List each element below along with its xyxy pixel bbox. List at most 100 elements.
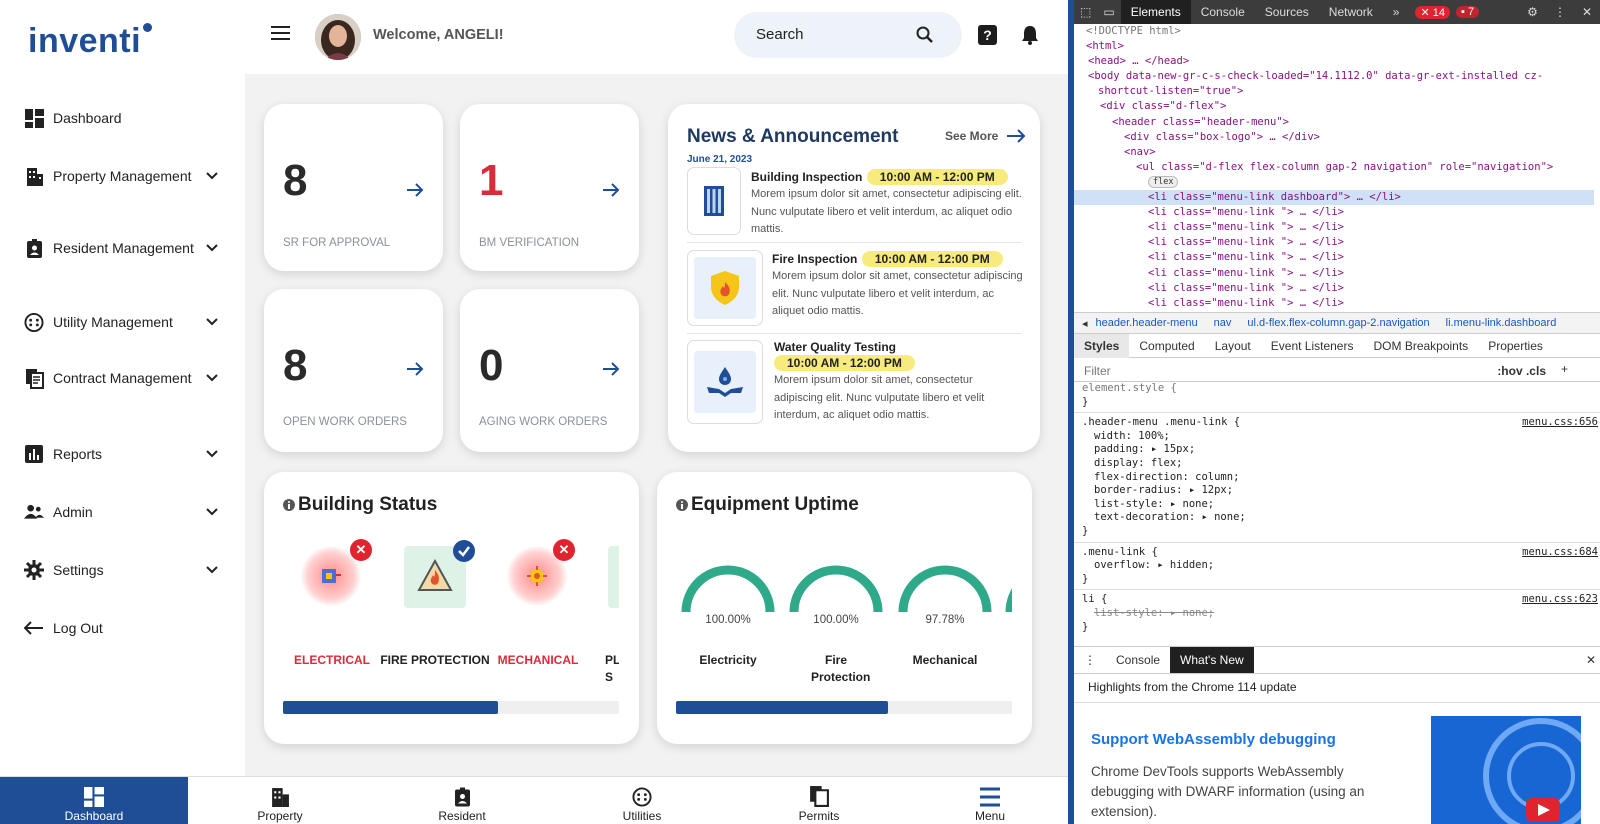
- tab-event-listeners[interactable]: Event Listeners: [1261, 334, 1364, 358]
- info-icon[interactable]: [676, 499, 688, 511]
- rule-prop-overridden[interactable]: list-style: ▸ none;: [1074, 607, 1600, 621]
- stat-card-aging-work-orders[interactable]: 0 AGING WORK ORDERS: [460, 289, 639, 452]
- tab-network[interactable]: Network: [1319, 0, 1383, 24]
- chevron-down-icon[interactable]: [205, 371, 219, 385]
- sidebar-item-reports[interactable]: Reports: [24, 444, 219, 464]
- crumb-item[interactable]: nav: [1214, 317, 1232, 329]
- see-more-link[interactable]: See More: [945, 129, 1026, 143]
- scrollbar-thumb[interactable]: [676, 701, 888, 714]
- rule-prop[interactable]: display: flex;: [1074, 457, 1600, 471]
- code-line[interactable]: <div class="d-flex">: [1074, 99, 1594, 114]
- sidebar-item-logout[interactable]: Log Out: [24, 618, 219, 638]
- inventi-logo[interactable]: inventi: [28, 22, 141, 61]
- stat-card-bm-verification[interactable]: 1 BM VERIFICATION: [460, 104, 639, 271]
- chevron-down-icon[interactable]: [205, 241, 219, 255]
- error-count-badge[interactable]: ✕ 14: [1415, 5, 1451, 19]
- building-status-scrollbar[interactable]: [283, 701, 619, 714]
- bottom-nav-property[interactable]: Property: [230, 777, 330, 824]
- sidebar-item-resident-management[interactable]: Resident Management: [24, 238, 219, 258]
- flex-badge[interactable]: flex: [1148, 175, 1179, 188]
- avatar[interactable]: [315, 14, 361, 60]
- warning-count-badge[interactable]: ▪ 7: [1456, 6, 1480, 18]
- crumb-item[interactable]: li.menu-link.dashboard: [1446, 317, 1557, 329]
- rule-prop[interactable]: overflow: ▸ hidden;: [1074, 559, 1600, 573]
- rule-prop[interactable]: padding: ▸ 15px;: [1074, 443, 1600, 457]
- close-icon[interactable]: ✕: [1574, 5, 1600, 19]
- code-line[interactable]: <body data-new-gr-c-s-check-loaded="14.1…: [1074, 69, 1594, 84]
- whats-new-thumbnail[interactable]: [1431, 716, 1581, 824]
- rule-selector[interactable]: .header-menu .menu-link {: [1082, 416, 1240, 428]
- crumb-item[interactable]: header.header-menu: [1096, 317, 1198, 329]
- code-line[interactable]: <li class="menu-link "> … </li>: [1074, 205, 1594, 220]
- inspect-element-icon[interactable]: ⬚: [1074, 0, 1097, 24]
- drawer-tab-console[interactable]: Console: [1106, 647, 1170, 673]
- code-line[interactable]: <!DOCTYPE html>: [1074, 24, 1594, 39]
- chevron-down-icon[interactable]: [205, 447, 219, 461]
- kebab-menu-icon[interactable]: ⋮: [1546, 5, 1574, 19]
- code-line[interactable]: <li class="menu-link "> … </li>: [1074, 266, 1594, 281]
- rule-source-link[interactable]: menu.css:684: [1522, 546, 1598, 560]
- stat-card-open-work-orders[interactable]: 8 OPEN WORK ORDERS: [264, 289, 443, 452]
- arrow-right-icon[interactable]: [405, 180, 425, 200]
- more-tabs-icon[interactable]: »: [1383, 0, 1410, 24]
- drawer-menu-icon[interactable]: ⋮: [1074, 647, 1106, 673]
- tab-computed[interactable]: Computed: [1129, 334, 1204, 358]
- chevron-down-icon[interactable]: [205, 169, 219, 183]
- sidebar-item-property-management[interactable]: Property Management: [24, 166, 219, 186]
- rule-selector[interactable]: element.style {: [1074, 382, 1600, 396]
- close-icon[interactable]: ✕: [1576, 647, 1600, 673]
- info-icon[interactable]: [283, 499, 295, 511]
- code-line-selected[interactable]: <li class="menu-link dashboard"> … </li>: [1074, 190, 1594, 206]
- chevron-down-icon[interactable]: [205, 563, 219, 577]
- tab-console[interactable]: Console: [1191, 0, 1255, 24]
- rule-prop[interactable]: flex-direction: column;: [1074, 471, 1600, 485]
- gear-icon[interactable]: ⚙: [1519, 5, 1546, 19]
- arrow-right-icon[interactable]: [601, 180, 621, 200]
- arrow-right-icon[interactable]: [601, 359, 621, 379]
- bottom-nav-resident[interactable]: Resident: [412, 777, 512, 824]
- rule-source-link[interactable]: menu.css:623: [1522, 593, 1598, 607]
- rule-prop[interactable]: width: 100%;: [1074, 430, 1600, 444]
- sidebar-item-dashboard[interactable]: Dashboard: [24, 108, 219, 128]
- hov-cls-toggles[interactable]: :hov .cls: [1497, 364, 1546, 378]
- scrollbar-thumb[interactable]: [283, 701, 499, 714]
- crumb-left-arrow-icon[interactable]: ◂: [1082, 317, 1088, 330]
- bottom-nav-dashboard[interactable]: Dashboard: [0, 777, 188, 824]
- sidebar-item-admin[interactable]: Admin: [24, 502, 219, 522]
- tab-styles[interactable]: Styles: [1074, 333, 1130, 358]
- rule-prop[interactable]: list-style: ▸ none;: [1074, 498, 1600, 512]
- chevron-down-icon[interactable]: [205, 505, 219, 519]
- search-box[interactable]: Search: [734, 12, 962, 58]
- code-line[interactable]: <li class="menu-link "> … </li>: [1074, 220, 1594, 235]
- hamburger-menu-icon[interactable]: [271, 26, 290, 40]
- tab-dom-breakpoints[interactable]: DOM Breakpoints: [1363, 334, 1478, 358]
- code-line[interactable]: <div class="box-logo"> … </div>: [1074, 130, 1594, 145]
- code-line[interactable]: <ul class="d-flex flex-column gap-2 navi…: [1074, 160, 1594, 175]
- sidebar-item-settings[interactable]: Settings: [24, 560, 219, 580]
- sidebar-item-utility-management[interactable]: Utility Management: [24, 312, 219, 332]
- rule-prop[interactable]: border-radius: ▸ 12px;: [1074, 484, 1600, 498]
- bottom-nav-permits[interactable]: Permits: [769, 777, 869, 824]
- drawer-tab-whats-new[interactable]: What's New: [1170, 647, 1254, 673]
- arrow-right-icon[interactable]: [405, 359, 425, 379]
- tab-sources[interactable]: Sources: [1255, 0, 1319, 24]
- bottom-nav-menu[interactable]: Menu: [940, 777, 1040, 824]
- help-icon[interactable]: ?: [978, 25, 997, 45]
- search-input[interactable]: Search: [756, 26, 804, 43]
- sidebar-item-contract-management[interactable]: Contract Management: [24, 368, 219, 389]
- code-line[interactable]: <head> … </head>: [1074, 54, 1594, 69]
- tab-elements[interactable]: Elements: [1120, 0, 1191, 24]
- rule-prop[interactable]: text-decoration: ▸ none;: [1074, 511, 1600, 525]
- rule-source-link[interactable]: menu.css:656: [1522, 416, 1598, 430]
- styles-filter-input[interactable]: Filter :hov .cls +: [1074, 358, 1600, 382]
- bell-icon[interactable]: [1021, 25, 1039, 45]
- whats-new-title[interactable]: Support WebAssembly debugging: [1091, 731, 1336, 748]
- code-line[interactable]: <li class="menu-link "> … </li>: [1074, 235, 1594, 250]
- rule-selector[interactable]: li {: [1082, 593, 1107, 605]
- crumb-item[interactable]: ul.d-flex.flex-column.gap-2.navigation: [1247, 317, 1429, 329]
- code-line[interactable]: <li class="menu-link "> … </li>: [1074, 281, 1594, 296]
- tab-layout[interactable]: Layout: [1205, 334, 1261, 358]
- stat-card-sr-approval[interactable]: 8 SR FOR APPROVAL: [264, 104, 443, 271]
- tab-properties[interactable]: Properties: [1478, 334, 1553, 358]
- search-icon[interactable]: [916, 26, 934, 44]
